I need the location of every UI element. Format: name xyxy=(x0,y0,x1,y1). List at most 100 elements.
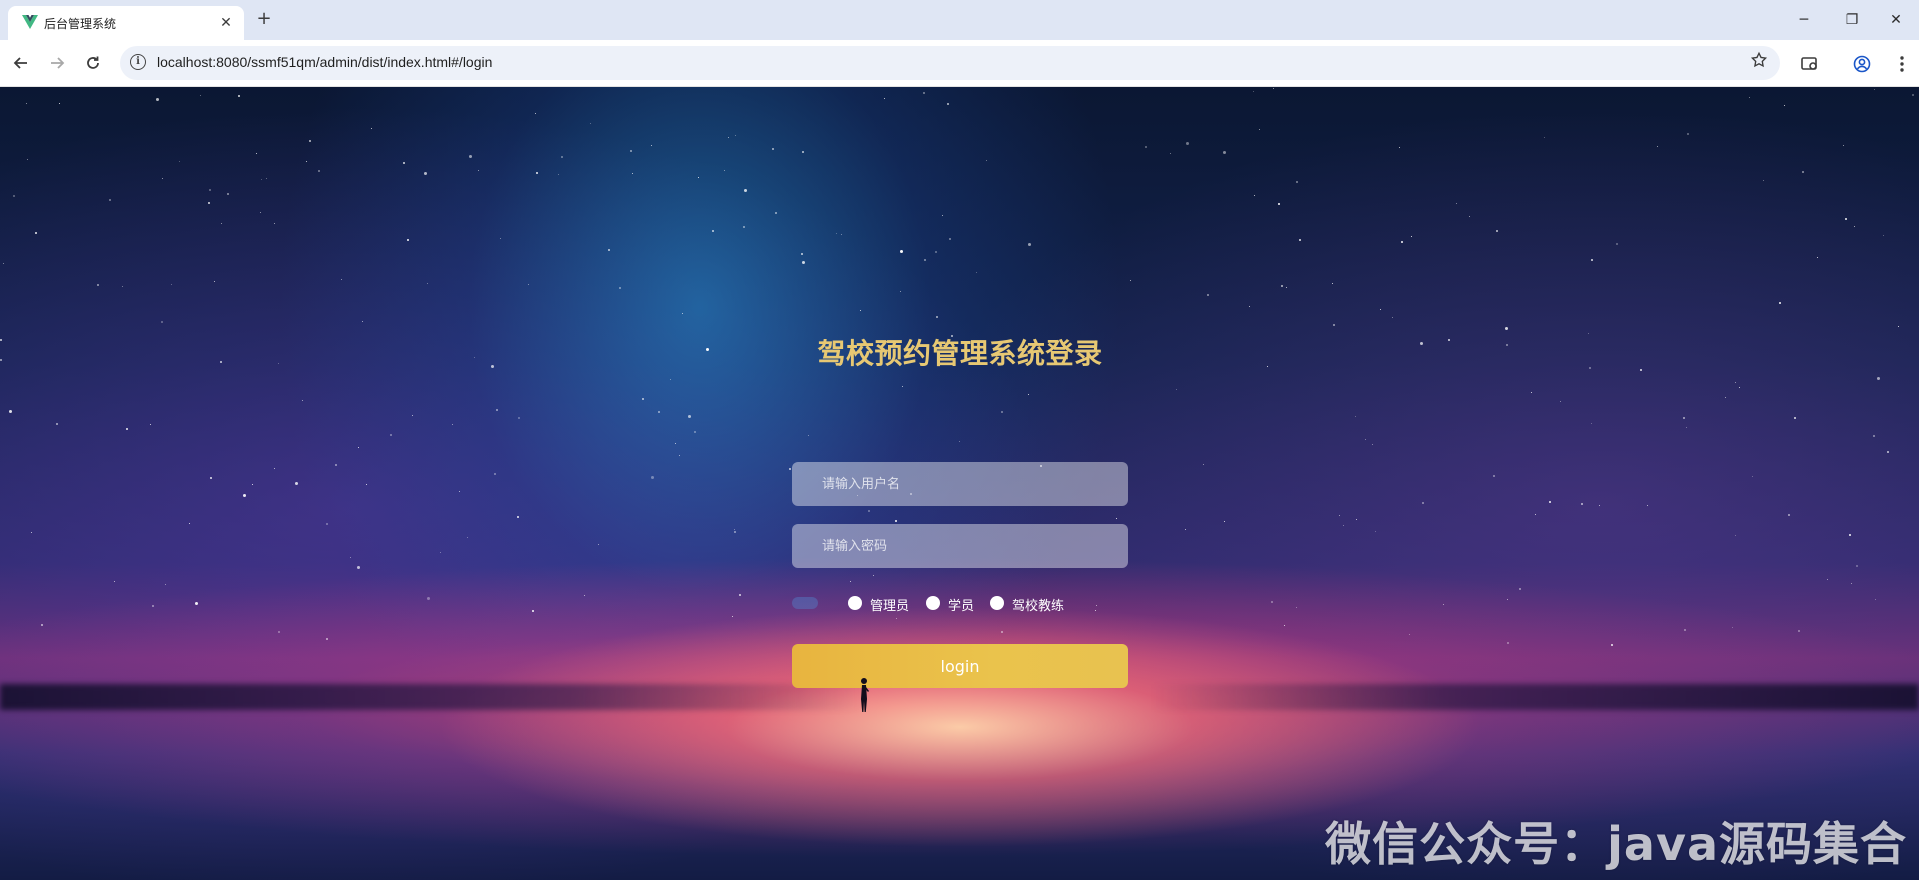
star-dot xyxy=(1883,235,1884,236)
star-dot xyxy=(161,321,163,323)
star-dot xyxy=(836,233,837,234)
star-dot xyxy=(459,491,460,492)
star-dot xyxy=(208,202,210,204)
star-dot xyxy=(895,520,897,522)
star-dot xyxy=(1684,629,1686,631)
star-dot xyxy=(1355,416,1356,417)
star-dot xyxy=(1657,146,1658,147)
star-dot xyxy=(873,575,874,576)
star-dot xyxy=(923,92,925,94)
star-dot xyxy=(1802,171,1804,173)
star-dot xyxy=(1372,444,1373,445)
star-dot xyxy=(1611,644,1613,646)
star-dot xyxy=(210,477,212,479)
star-dot xyxy=(109,199,111,201)
radio-circle-icon[interactable] xyxy=(848,596,862,610)
star-dot xyxy=(1496,230,1498,232)
star-dot xyxy=(261,179,262,180)
star-dot xyxy=(1505,327,1508,330)
star-icon[interactable] xyxy=(1750,51,1768,69)
url-text[interactable]: localhost:8080/ssmf51qm/admin/dist/index… xyxy=(157,54,492,70)
star-dot xyxy=(1854,226,1855,227)
window-close-button[interactable]: ✕ xyxy=(1874,6,1918,34)
address-bar[interactable]: i localhost:8080/ssmf51qm/admin/dist/ind… xyxy=(120,46,1780,80)
star-dot xyxy=(986,160,987,161)
star-dot xyxy=(924,259,926,261)
forward-button[interactable] xyxy=(44,50,70,76)
star-dot xyxy=(27,159,28,160)
star-dot xyxy=(558,174,559,175)
star-dot xyxy=(362,321,363,322)
star-dot xyxy=(9,410,12,413)
star-dot xyxy=(1588,333,1589,334)
star-dot xyxy=(1271,601,1273,603)
star-dot xyxy=(424,172,427,175)
star-dot xyxy=(900,250,903,253)
login-button[interactable]: login xyxy=(792,644,1128,688)
star-dot xyxy=(532,610,534,612)
star-dot xyxy=(165,584,166,585)
star-dot xyxy=(1401,241,1403,243)
restore-button[interactable]: ❐ xyxy=(1830,6,1874,34)
star-dot xyxy=(1170,153,1171,154)
radio-circle-icon[interactable] xyxy=(926,596,940,610)
star-dot xyxy=(366,484,367,485)
star-dot xyxy=(802,151,804,153)
star-dot xyxy=(13,195,15,197)
profile-icon[interactable] xyxy=(1850,52,1874,76)
star-dot xyxy=(561,156,563,158)
star-dot xyxy=(651,476,654,479)
star-dot xyxy=(734,531,736,533)
star-dot xyxy=(1176,389,1177,390)
star-dot xyxy=(467,537,468,538)
star-dot xyxy=(1683,417,1685,419)
star-dot xyxy=(1028,243,1031,246)
tab-search-icon[interactable] xyxy=(1798,52,1822,76)
tab-close-icon[interactable]: ✕ xyxy=(216,13,236,33)
star-dot xyxy=(1365,439,1366,440)
silhouette-figure xyxy=(861,678,869,712)
star-dot xyxy=(1399,147,1400,148)
star-dot xyxy=(469,155,472,158)
star-dot xyxy=(214,281,215,282)
back-button[interactable] xyxy=(8,50,34,76)
star-dot xyxy=(942,215,943,216)
star-dot xyxy=(1798,630,1800,632)
browser-tab[interactable]: 后台管理系统 ✕ xyxy=(8,6,244,40)
star-dot xyxy=(1739,387,1740,388)
star-dot xyxy=(1591,259,1593,261)
star-dot xyxy=(496,409,498,411)
role-label: 学员 xyxy=(948,599,975,614)
star-dot xyxy=(1343,525,1344,526)
star-dot xyxy=(156,98,159,101)
more-vertical-icon[interactable] xyxy=(1890,52,1914,76)
reload-button[interactable] xyxy=(80,50,106,76)
star-dot xyxy=(1898,326,1899,327)
star-dot xyxy=(200,95,201,96)
star-dot xyxy=(491,365,494,368)
star-dot xyxy=(590,123,591,124)
star-dot xyxy=(122,286,123,287)
username-input[interactable] xyxy=(792,462,1128,506)
star-dot xyxy=(1686,427,1687,428)
star-dot xyxy=(220,361,222,363)
star-dot xyxy=(1779,302,1781,304)
star-dot xyxy=(728,137,729,138)
star-dot xyxy=(302,400,303,401)
star-dot xyxy=(318,170,320,172)
info-icon[interactable]: i xyxy=(130,54,146,70)
star-dot xyxy=(1843,145,1844,146)
star-dot xyxy=(670,379,671,380)
star-dot xyxy=(371,128,372,129)
minimize-button[interactable]: ─ xyxy=(1782,6,1826,34)
star-dot xyxy=(252,484,253,485)
radio-circle-icon[interactable] xyxy=(990,596,1004,610)
star-dot xyxy=(860,310,861,311)
star-dot xyxy=(772,148,774,150)
star-dot xyxy=(743,226,745,228)
star-dot xyxy=(326,523,328,525)
star-dot xyxy=(227,193,229,195)
star-dot xyxy=(474,357,475,358)
new-tab-button[interactable]: + xyxy=(252,8,276,32)
password-input[interactable] xyxy=(792,524,1128,568)
